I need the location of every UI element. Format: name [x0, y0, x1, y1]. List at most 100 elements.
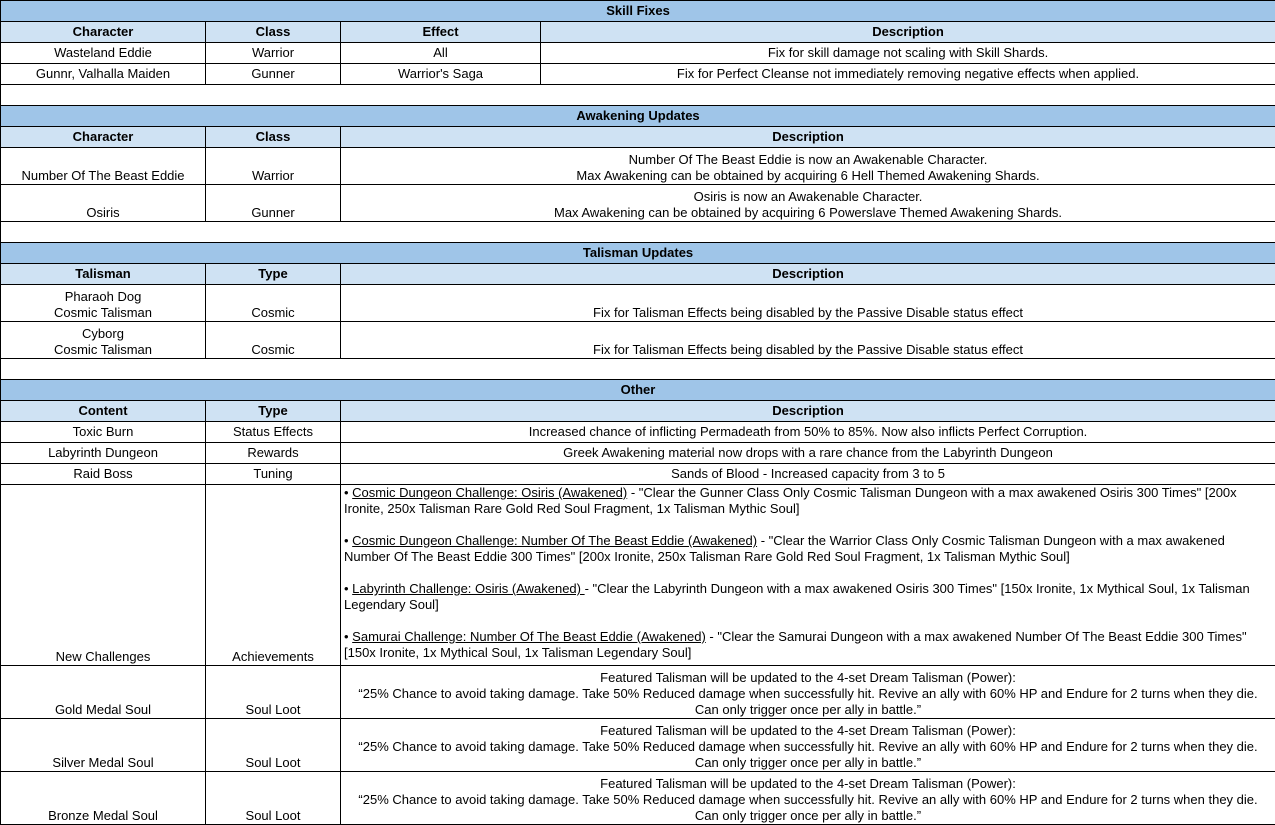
spacer-line — [344, 613, 1272, 629]
cell-character: Osiris — [0, 184, 206, 222]
cell-character: Number Of The Beast Eddie — [0, 147, 206, 185]
column-header-class: Class — [205, 21, 341, 43]
column-header-content: Content — [0, 400, 206, 422]
cell-talisman: Pharaoh Dog Cosmic Talisman — [0, 284, 206, 322]
cell-type: Status Effects — [205, 421, 341, 443]
cell-description: Increased chance of inflicting Permadeat… — [339, 421, 1275, 443]
description-line: “25% Chance to avoid taking damage. Take… — [358, 739, 1258, 754]
talisman-kind: Cosmic Talisman — [53, 342, 152, 357]
cell-type: Achievements — [205, 484, 341, 666]
cell-content: Silver Medal Soul — [0, 718, 206, 772]
cell-content: Labyrinth Dungeon — [0, 442, 206, 464]
cell-type: Tuning — [205, 463, 341, 485]
spacer-line — [344, 517, 1272, 533]
challenge-link[interactable]: Samurai Challenge: Number Of The Beast E… — [352, 629, 706, 644]
cell-type: Rewards — [205, 442, 341, 464]
description-line: Number Of The Beast Eddie is now an Awak… — [628, 152, 988, 167]
bullet: • — [344, 533, 353, 548]
section-title-awakening-updates: Awakening Updates — [0, 105, 1275, 127]
challenge-link[interactable]: Cosmic Dungeon Challenge: Osiris (Awaken… — [352, 486, 627, 501]
cell-description: Osiris is now an Awakenable Character. M… — [339, 184, 1275, 222]
description-line: Can only trigger once per ally in battle… — [694, 702, 922, 717]
bullet: • — [344, 581, 353, 596]
section-title-skill-fixes: Skill Fixes — [0, 0, 1275, 22]
cell-content: New Challenges — [0, 484, 206, 666]
cell-talisman: Cyborg Cosmic Talisman — [0, 321, 206, 359]
column-header-description: Description — [539, 21, 1275, 43]
cell-class: Gunner — [205, 63, 341, 85]
cell-description: Featured Talisman will be updated to the… — [339, 718, 1275, 772]
talisman-name: Cyborg — [82, 326, 124, 341]
column-header-class: Class — [205, 126, 341, 148]
column-header-talisman: Talisman — [0, 263, 206, 285]
talisman-name: Pharaoh Dog — [64, 289, 142, 304]
column-header-type: Type — [205, 263, 341, 285]
cell-description: Greek Awakening material now drops with … — [339, 442, 1275, 464]
patch-notes-table: Skill Fixes Character Class Effect Descr… — [0, 0, 1275, 825]
cell-content: Toxic Burn — [0, 421, 206, 443]
cell-type: Soul Loot — [205, 771, 341, 825]
table-row: Wasteland Eddie Warrior All Fix for skil… — [0, 42, 1275, 64]
column-header-description: Description — [339, 400, 1275, 422]
cell-type: Cosmic — [205, 321, 341, 359]
description-line: Max Awakening can be obtained by acquiri… — [576, 168, 1040, 183]
challenge-item: • Cosmic Dungeon Challenge: Osiris (Awak… — [344, 485, 1272, 518]
cell-effect: Warrior's Saga — [340, 63, 541, 85]
challenge-link[interactable]: Labyrinth Challenge: Osiris (Awakened) — [352, 581, 584, 596]
description-line: “25% Chance to avoid taking damage. Take… — [358, 792, 1258, 807]
column-header-description: Description — [339, 126, 1275, 148]
challenge-item: • Samurai Challenge: Number Of The Beast… — [344, 629, 1272, 661]
table-row: Silver Medal Soul Soul Loot Featured Tal… — [0, 718, 1275, 772]
cell-description: Sands of Blood - Increased capacity from… — [339, 463, 1275, 485]
cell-class: Gunner — [205, 184, 341, 222]
cell-content: Raid Boss — [0, 463, 206, 485]
challenge-item: • Cosmic Dungeon Challenge: Number Of Th… — [344, 533, 1272, 565]
description-line: Can only trigger once per ally in battle… — [694, 755, 922, 770]
cell-description: Featured Talisman will be updated to the… — [339, 665, 1275, 719]
cell-description: • Cosmic Dungeon Challenge: Osiris (Awak… — [339, 484, 1275, 666]
table-row: Labyrinth Dungeon Rewards Greek Awakenin… — [0, 442, 1275, 464]
challenge-link[interactable]: Cosmic Dungeon Challenge: Number Of The … — [352, 533, 757, 548]
cell-class: Warrior — [205, 42, 341, 64]
bullet: • — [344, 629, 353, 644]
section-spacer — [0, 84, 1275, 106]
bullet: • — [344, 485, 353, 501]
cell-content: Gold Medal Soul — [0, 665, 206, 719]
spacer-line — [344, 565, 1272, 581]
description-line: Osiris is now an Awakenable Character. — [693, 189, 923, 204]
cell-content: Bronze Medal Soul — [0, 771, 206, 825]
description-line: “25% Chance to avoid taking damage. Take… — [358, 686, 1258, 701]
cell-type: Soul Loot — [205, 718, 341, 772]
description-line: Max Awakening can be obtained by acquiri… — [553, 205, 1063, 220]
column-header-description: Description — [339, 263, 1275, 285]
section-title-talisman-updates: Talisman Updates — [0, 242, 1275, 264]
patch-notes-sheet: Skill Fixes Character Class Effect Descr… — [0, 0, 1275, 825]
description-line: Can only trigger once per ally in battle… — [694, 808, 922, 823]
cell-type: Soul Loot — [205, 665, 341, 719]
section-title-other: Other — [0, 379, 1275, 401]
table-row: New Challenges Achievements • Cosmic Dun… — [0, 484, 1275, 666]
table-row: Gunnr, Valhalla Maiden Gunner Warrior's … — [0, 63, 1275, 85]
table-row: Osiris Gunner Osiris is now an Awakenabl… — [0, 184, 1275, 222]
description-line: Featured Talisman will be updated to the… — [600, 776, 1016, 791]
column-header-character: Character — [0, 21, 206, 43]
description-line: Featured Talisman will be updated to the… — [600, 670, 1016, 685]
talisman-kind: Cosmic Talisman — [53, 305, 152, 320]
column-header-effect: Effect — [340, 21, 541, 43]
column-header-type: Type — [205, 400, 341, 422]
cell-description: Number Of The Beast Eddie is now an Awak… — [339, 147, 1275, 185]
cell-description: Fix for skill damage not scaling with Sk… — [539, 42, 1275, 64]
table-row: Gold Medal Soul Soul Loot Featured Talis… — [0, 665, 1275, 719]
column-header-character: Character — [0, 126, 206, 148]
cell-character: Wasteland Eddie — [0, 42, 206, 64]
challenge-item: • Labyrinth Challenge: Osiris (Awakened)… — [344, 581, 1272, 613]
cell-character: Gunnr, Valhalla Maiden — [0, 63, 206, 85]
table-row: Bronze Medal Soul Soul Loot Featured Tal… — [0, 771, 1275, 825]
cell-type: Cosmic — [205, 284, 341, 322]
cell-description: Fix for Perfect Cleanse not immediately … — [539, 63, 1275, 85]
table-row: Raid Boss Tuning Sands of Blood - Increa… — [0, 463, 1275, 485]
table-row: Cyborg Cosmic Talisman Cosmic Fix for Ta… — [0, 321, 1275, 359]
cell-description: Fix for Talisman Effects being disabled … — [339, 321, 1275, 359]
table-row: Number Of The Beast Eddie Warrior Number… — [0, 147, 1275, 185]
cell-description: Featured Talisman will be updated to the… — [339, 771, 1275, 825]
